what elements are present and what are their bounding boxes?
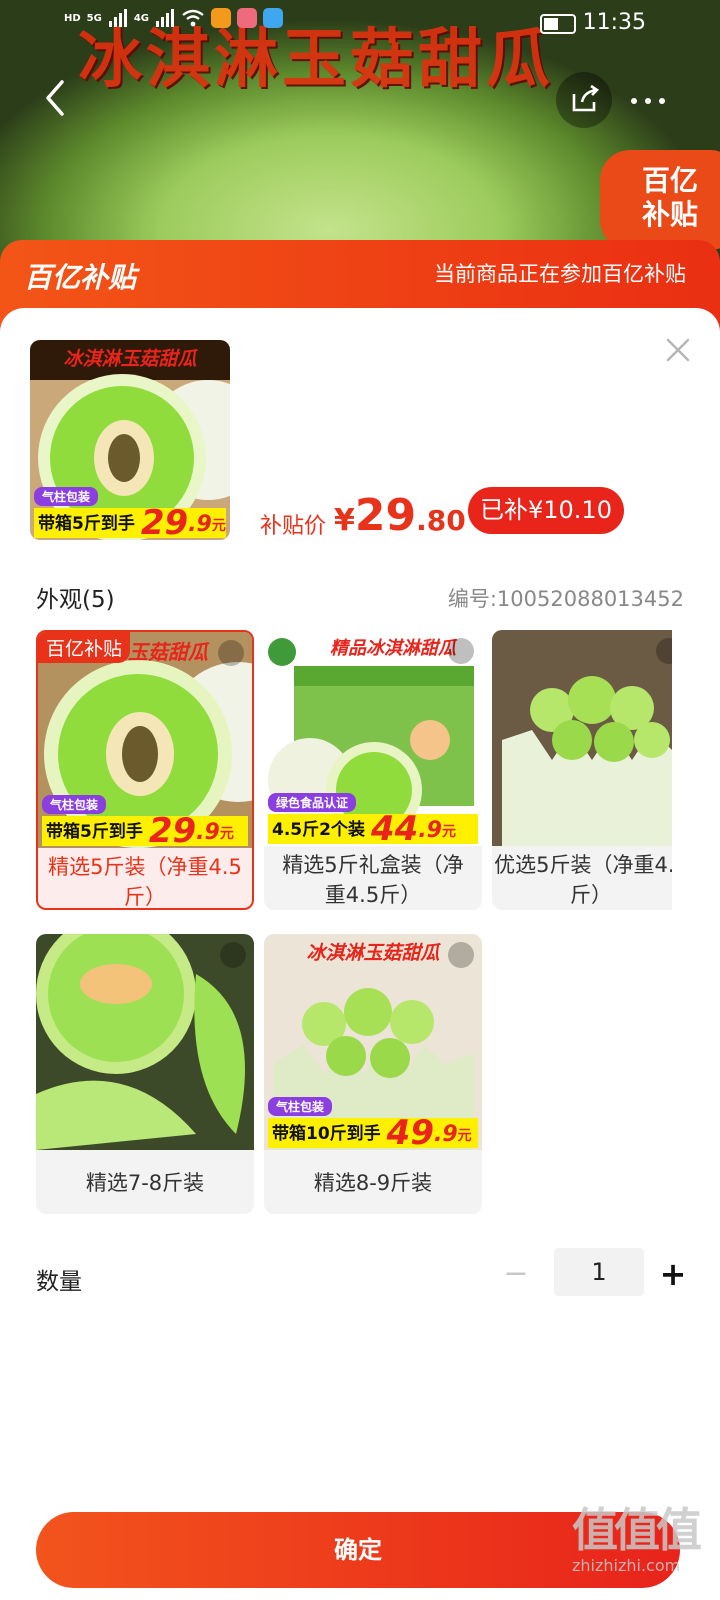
product-thumbnail[interactable]: 冰淇淋玉菇甜瓜 气柱包装 带箱5斤到手 29 .9 元	[30, 340, 230, 540]
variant-option[interactable]: 精品冰淇淋甜瓜 绿色食品认证 4.5斤2个装 44 .9 元 精选5斤礼盒装（净…	[264, 630, 482, 910]
expand-icon[interactable]	[218, 640, 244, 666]
variant-label: 精选5斤礼盒装（净重4.5斤）	[282, 853, 464, 907]
subsidy-badge: 百亿补贴	[38, 632, 131, 663]
subsidy-logo: 百亿补贴	[24, 261, 137, 294]
quantity-label: 数量	[36, 1269, 82, 1295]
subsidy-note: 当前商品正在参加百亿补贴	[434, 262, 686, 286]
thumb-title: 冰淇淋玉菇甜瓜	[63, 348, 197, 370]
hero-subsidy-badge: 百亿 补贴	[600, 150, 720, 250]
status-bar: HD 5G 4G 11:35	[0, 0, 720, 50]
more-options-button[interactable]	[630, 82, 666, 112]
promo-bar: 带箱5斤到手 29 .9 元	[42, 814, 248, 848]
signal-icon	[108, 9, 127, 27]
network-4g-label: 4G	[133, 12, 150, 24]
app-notification-icon	[263, 8, 284, 28]
price-label: 补贴价	[260, 514, 327, 539]
subsidy-price: ¥29.80	[334, 490, 466, 541]
network-hd-label: HD	[64, 12, 81, 24]
expand-icon[interactable]	[448, 638, 474, 664]
packaging-tag: 气柱包装	[268, 1097, 333, 1116]
close-icon[interactable]	[664, 336, 692, 364]
expand-icon[interactable]	[220, 942, 246, 968]
variant-option[interactable]: 玉菇甜瓜 百亿补贴 气柱包装 带箱5斤到手 29 .9 元 精选5斤装（净重4.…	[36, 630, 254, 910]
share-icon	[572, 84, 600, 112]
app-notification-icon	[211, 8, 232, 28]
promo-bar: 4.5斤2个装 44 .9 元	[268, 812, 478, 846]
quantity-decrease-button[interactable]: −	[502, 1256, 530, 1292]
share-button[interactable]	[556, 72, 612, 128]
variant-option[interactable]: 优选5斤装（净重4.5斤）	[492, 630, 672, 910]
variant-option[interactable]: 冰淇淋玉菇甜瓜 气柱包装 带箱10斤到手 49 .9 元 精选8-9斤装	[264, 934, 482, 1214]
packaging-tag: 气柱包装	[42, 795, 107, 814]
variant-label: 精选7-8斤装	[85, 1171, 205, 1195]
sku-code: 编号:10052088013452	[447, 587, 684, 611]
app-notification-icon	[237, 8, 258, 28]
thumb-packaging-tag: 气柱包装	[34, 487, 99, 506]
battery-icon	[540, 14, 576, 34]
subsidy-amount-tag: 已补¥10.10	[468, 487, 624, 534]
appearance-section-title: 外观(5)	[36, 587, 115, 613]
promo-bar: 带箱10斤到手 49 .9 元	[268, 1116, 478, 1150]
sliced-melon-image	[36, 934, 254, 1150]
thumb-promo-bar: 带箱5斤到手 29 .9 元	[34, 506, 226, 540]
more-dots-icon	[631, 98, 665, 104]
quantity-input[interactable]: 1	[554, 1248, 644, 1296]
certification-tag: 绿色食品认证	[268, 793, 357, 812]
back-arrow-icon[interactable]	[40, 78, 70, 118]
variant-label: 优选5斤装（净重4.5斤）	[494, 853, 672, 907]
site-watermark: 值值值 zhizhizhi.com	[572, 1503, 702, 1575]
wifi-icon	[182, 9, 204, 27]
status-time: 11:35	[582, 10, 646, 35]
variant-label: 精选5斤装（净重4.5斤）	[48, 855, 242, 909]
variant-option[interactable]: 精选7-8斤装	[36, 934, 254, 1214]
variant-label: 精选8-9斤装	[313, 1171, 433, 1195]
network-5g-label: 5G	[86, 12, 102, 24]
signal-icon	[156, 9, 175, 27]
carved-melon-image	[492, 630, 672, 846]
expand-icon[interactable]	[448, 942, 474, 968]
quantity-increase-button[interactable]: +	[658, 1256, 688, 1292]
